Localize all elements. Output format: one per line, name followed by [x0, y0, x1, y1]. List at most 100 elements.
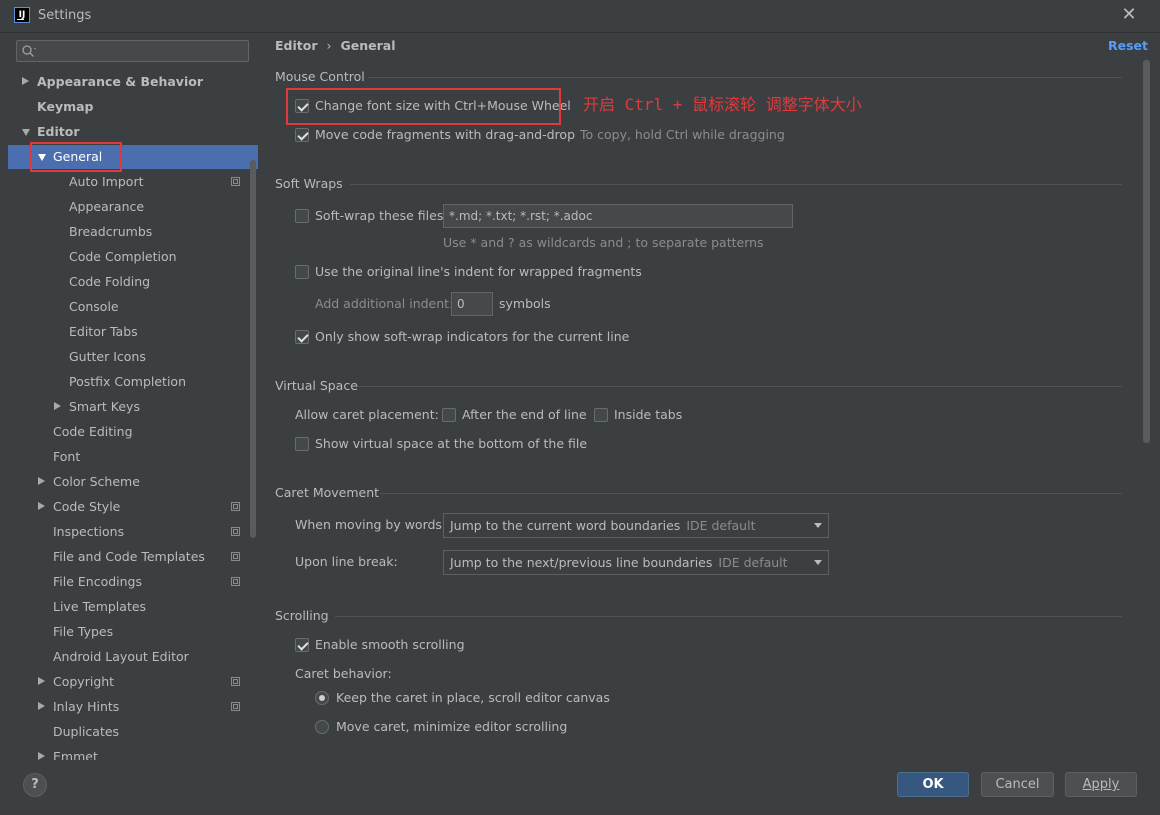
moving-by-words-label: When moving by words: — [295, 517, 447, 532]
tree-item[interactable]: Duplicates — [8, 720, 258, 744]
tree-item-label: Code Editing — [53, 424, 133, 439]
section-divider — [380, 493, 1122, 494]
section-divider — [368, 77, 1122, 78]
additional-indent-input[interactable]: 0 — [451, 292, 493, 316]
apply-button[interactable]: Apply — [1065, 772, 1137, 797]
original-indent-label[interactable]: Use the original line's indent for wrapp… — [315, 264, 642, 279]
collapse-arrow-icon[interactable] — [38, 702, 45, 710]
tree-item[interactable]: Code Folding — [8, 270, 258, 294]
project-settings-icon — [231, 502, 240, 511]
chevron-down-icon — [814, 560, 822, 565]
tree-item-label: File Types — [53, 624, 114, 639]
tree-item[interactable]: Emmet — [8, 745, 258, 760]
section-divider — [350, 184, 1122, 185]
moving-by-words-value: Jump to the current word boundaries — [450, 518, 681, 533]
after-end-of-line-checkbox[interactable] — [442, 408, 456, 422]
ok-button[interactable]: OK — [897, 772, 969, 797]
help-button[interactable]: ? — [23, 773, 47, 797]
drag-drop-label[interactable]: Move code fragments with drag-and-drop — [315, 127, 575, 142]
keep-caret-label[interactable]: Keep the caret in place, scroll editor c… — [336, 690, 610, 705]
tree-item[interactable]: Code Editing — [8, 420, 258, 444]
smooth-scrolling-checkbox[interactable] — [295, 638, 309, 652]
collapse-arrow-icon[interactable] — [38, 502, 45, 510]
tree-item[interactable]: Copyright — [8, 670, 258, 694]
tree-item[interactable]: Live Templates — [8, 595, 258, 619]
tree-item[interactable]: Auto Import — [8, 170, 258, 194]
tree-item[interactable]: Android Layout Editor — [8, 645, 258, 669]
collapse-arrow-icon[interactable] — [38, 677, 45, 685]
tree-item-label: File Encodings — [53, 574, 143, 589]
highlight-box-change-font — [286, 88, 561, 125]
soft-wrap-files-input[interactable]: *.md; *.txt; *.rst; *.adoc — [443, 204, 793, 228]
collapse-arrow-icon[interactable] — [38, 752, 45, 760]
tree-item-label: Color Scheme — [53, 474, 140, 489]
tree-item[interactable]: Inspections — [8, 520, 258, 544]
tree-item[interactable]: Breadcrumbs — [8, 220, 258, 244]
tree-item[interactable]: Editor Tabs — [8, 320, 258, 344]
tree-item-label: Inspections — [53, 524, 125, 539]
reset-link[interactable]: Reset — [1108, 38, 1148, 53]
tree-item[interactable]: Console — [8, 295, 258, 319]
tree-item[interactable]: File and Code Templates — [8, 545, 258, 569]
only-current-line-checkbox[interactable] — [295, 330, 309, 344]
tree-item[interactable]: File Types — [8, 620, 258, 644]
tree-item[interactable]: Keymap — [8, 95, 258, 119]
tree-item-label: Keymap — [37, 99, 94, 114]
inside-tabs-checkbox[interactable] — [594, 408, 608, 422]
caret-behavior-label: Caret behavior: — [295, 666, 392, 681]
drag-drop-checkbox[interactable] — [295, 128, 309, 142]
tree-item[interactable]: Smart Keys — [8, 395, 258, 419]
tree-item[interactable]: Code Style — [8, 495, 258, 519]
expand-arrow-icon[interactable] — [22, 129, 30, 136]
move-caret-label[interactable]: Move caret, minimize editor scrolling — [336, 719, 567, 734]
collapse-arrow-icon[interactable] — [22, 77, 29, 85]
after-end-of-line-label[interactable]: After the end of line — [462, 407, 587, 422]
tree-item-label: Postfix Completion — [69, 374, 186, 389]
tree-item-label: Copyright — [53, 674, 115, 689]
tree-item[interactable]: Font — [8, 445, 258, 469]
soft-wrap-files-checkbox[interactable] — [295, 209, 309, 223]
tree-item[interactable]: Editor — [8, 120, 258, 144]
only-current-line-label[interactable]: Only show soft-wrap indicators for the c… — [315, 329, 629, 344]
line-break-value: Jump to the next/previous line boundarie… — [450, 555, 713, 570]
cancel-button[interactable]: Cancel — [981, 772, 1054, 797]
settings-search-input[interactable] — [16, 40, 249, 62]
collapse-arrow-icon[interactable] — [38, 477, 45, 485]
tree-item[interactable]: Appearance — [8, 195, 258, 219]
line-break-dropdown[interactable]: Jump to the next/previous line boundarie… — [443, 550, 829, 575]
smooth-scrolling-label[interactable]: Enable smooth scrolling — [315, 637, 465, 652]
show-virtual-space-label[interactable]: Show virtual space at the bottom of the … — [315, 436, 587, 451]
move-caret-radio[interactable] — [315, 720, 329, 734]
moving-by-words-dropdown[interactable]: Jump to the current word boundaries IDE d… — [443, 513, 829, 538]
tree-item[interactable]: Inlay Hints — [8, 695, 258, 719]
tree-item[interactable]: Postfix Completion — [8, 370, 258, 394]
tree-item-label: Android Layout Editor — [53, 649, 189, 664]
tree-item-label: Breadcrumbs — [69, 224, 153, 239]
content-scrollbar[interactable] — [1143, 60, 1150, 443]
tree-item[interactable]: Code Completion — [8, 245, 258, 269]
section-mouse-control: Mouse Control — [275, 69, 365, 84]
collapse-arrow-icon[interactable] — [54, 402, 61, 410]
original-indent-checkbox[interactable] — [295, 265, 309, 279]
tree-item-label: Auto Import — [69, 174, 144, 189]
keep-caret-radio[interactable] — [315, 691, 329, 705]
tree-scrollbar[interactable] — [250, 160, 256, 538]
project-settings-icon — [231, 677, 240, 686]
tree-item[interactable]: File Encodings — [8, 570, 258, 594]
apply-button-label: Apply — [1082, 777, 1120, 792]
inside-tabs-label[interactable]: Inside tabs — [614, 407, 682, 422]
moving-by-words-default: IDE default — [686, 518, 756, 533]
close-window-icon[interactable]: ✕ — [1118, 4, 1140, 26]
tree-item-label: Inlay Hints — [53, 699, 120, 714]
breadcrumb-editor[interactable]: Editor — [275, 38, 318, 53]
breadcrumb-separator: › — [326, 38, 332, 53]
soft-wrap-files-label[interactable]: Soft-wrap these files: — [315, 208, 448, 223]
tree-item[interactable]: Appearance & Behavior — [8, 70, 258, 94]
tree-item[interactable]: Color Scheme — [8, 470, 258, 494]
project-settings-icon — [231, 527, 240, 536]
line-break-label: Upon line break: — [295, 554, 398, 569]
caret-placement-label: Allow caret placement: — [295, 407, 439, 422]
tree-item[interactable]: Gutter Icons — [8, 345, 258, 369]
tree-item-label: Editor — [37, 124, 80, 139]
show-virtual-space-checkbox[interactable] — [295, 437, 309, 451]
